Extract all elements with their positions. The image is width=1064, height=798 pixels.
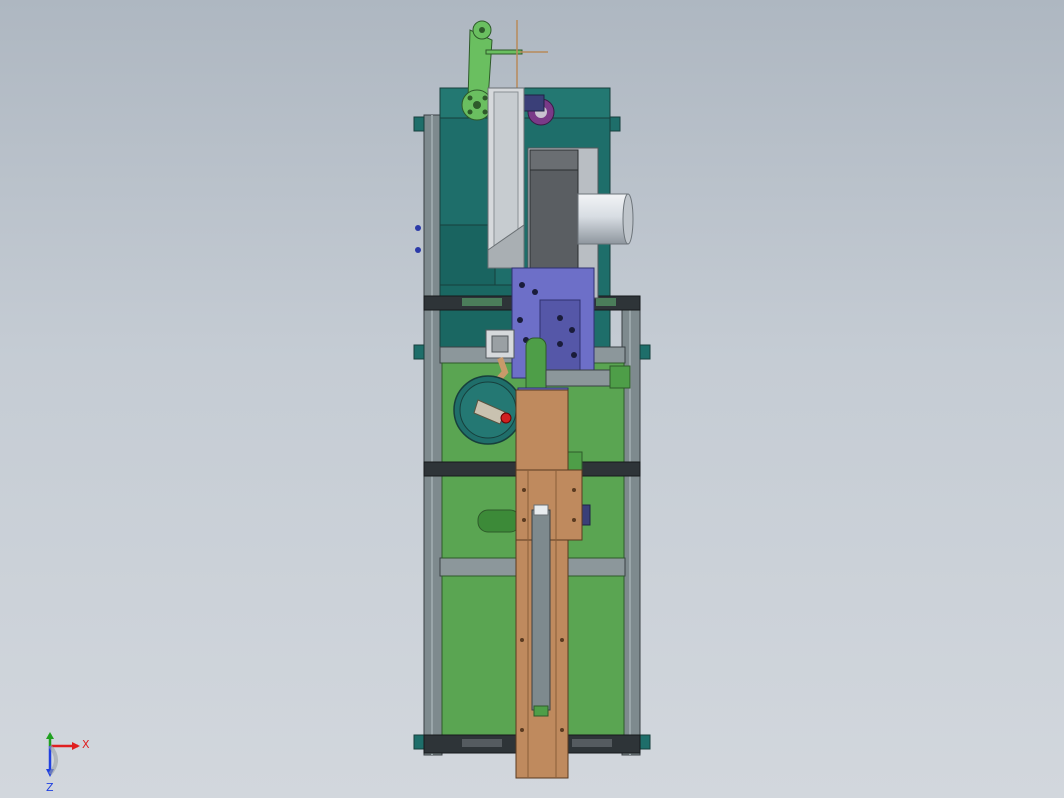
- coordinate-triad: X Z: [46, 732, 90, 794]
- conveyor-slot: [531, 509, 551, 711]
- green-slot: [477, 509, 521, 533]
- red-handle: [500, 412, 512, 424]
- z-axis-label: Z: [46, 781, 54, 794]
- cylinder-part: [577, 193, 634, 245]
- feeder-chute: [487, 87, 525, 269]
- x-axis-label: X: [82, 738, 90, 751]
- cad-viewport[interactable]: X Z: [0, 0, 1064, 798]
- rotary-table: [453, 375, 523, 445]
